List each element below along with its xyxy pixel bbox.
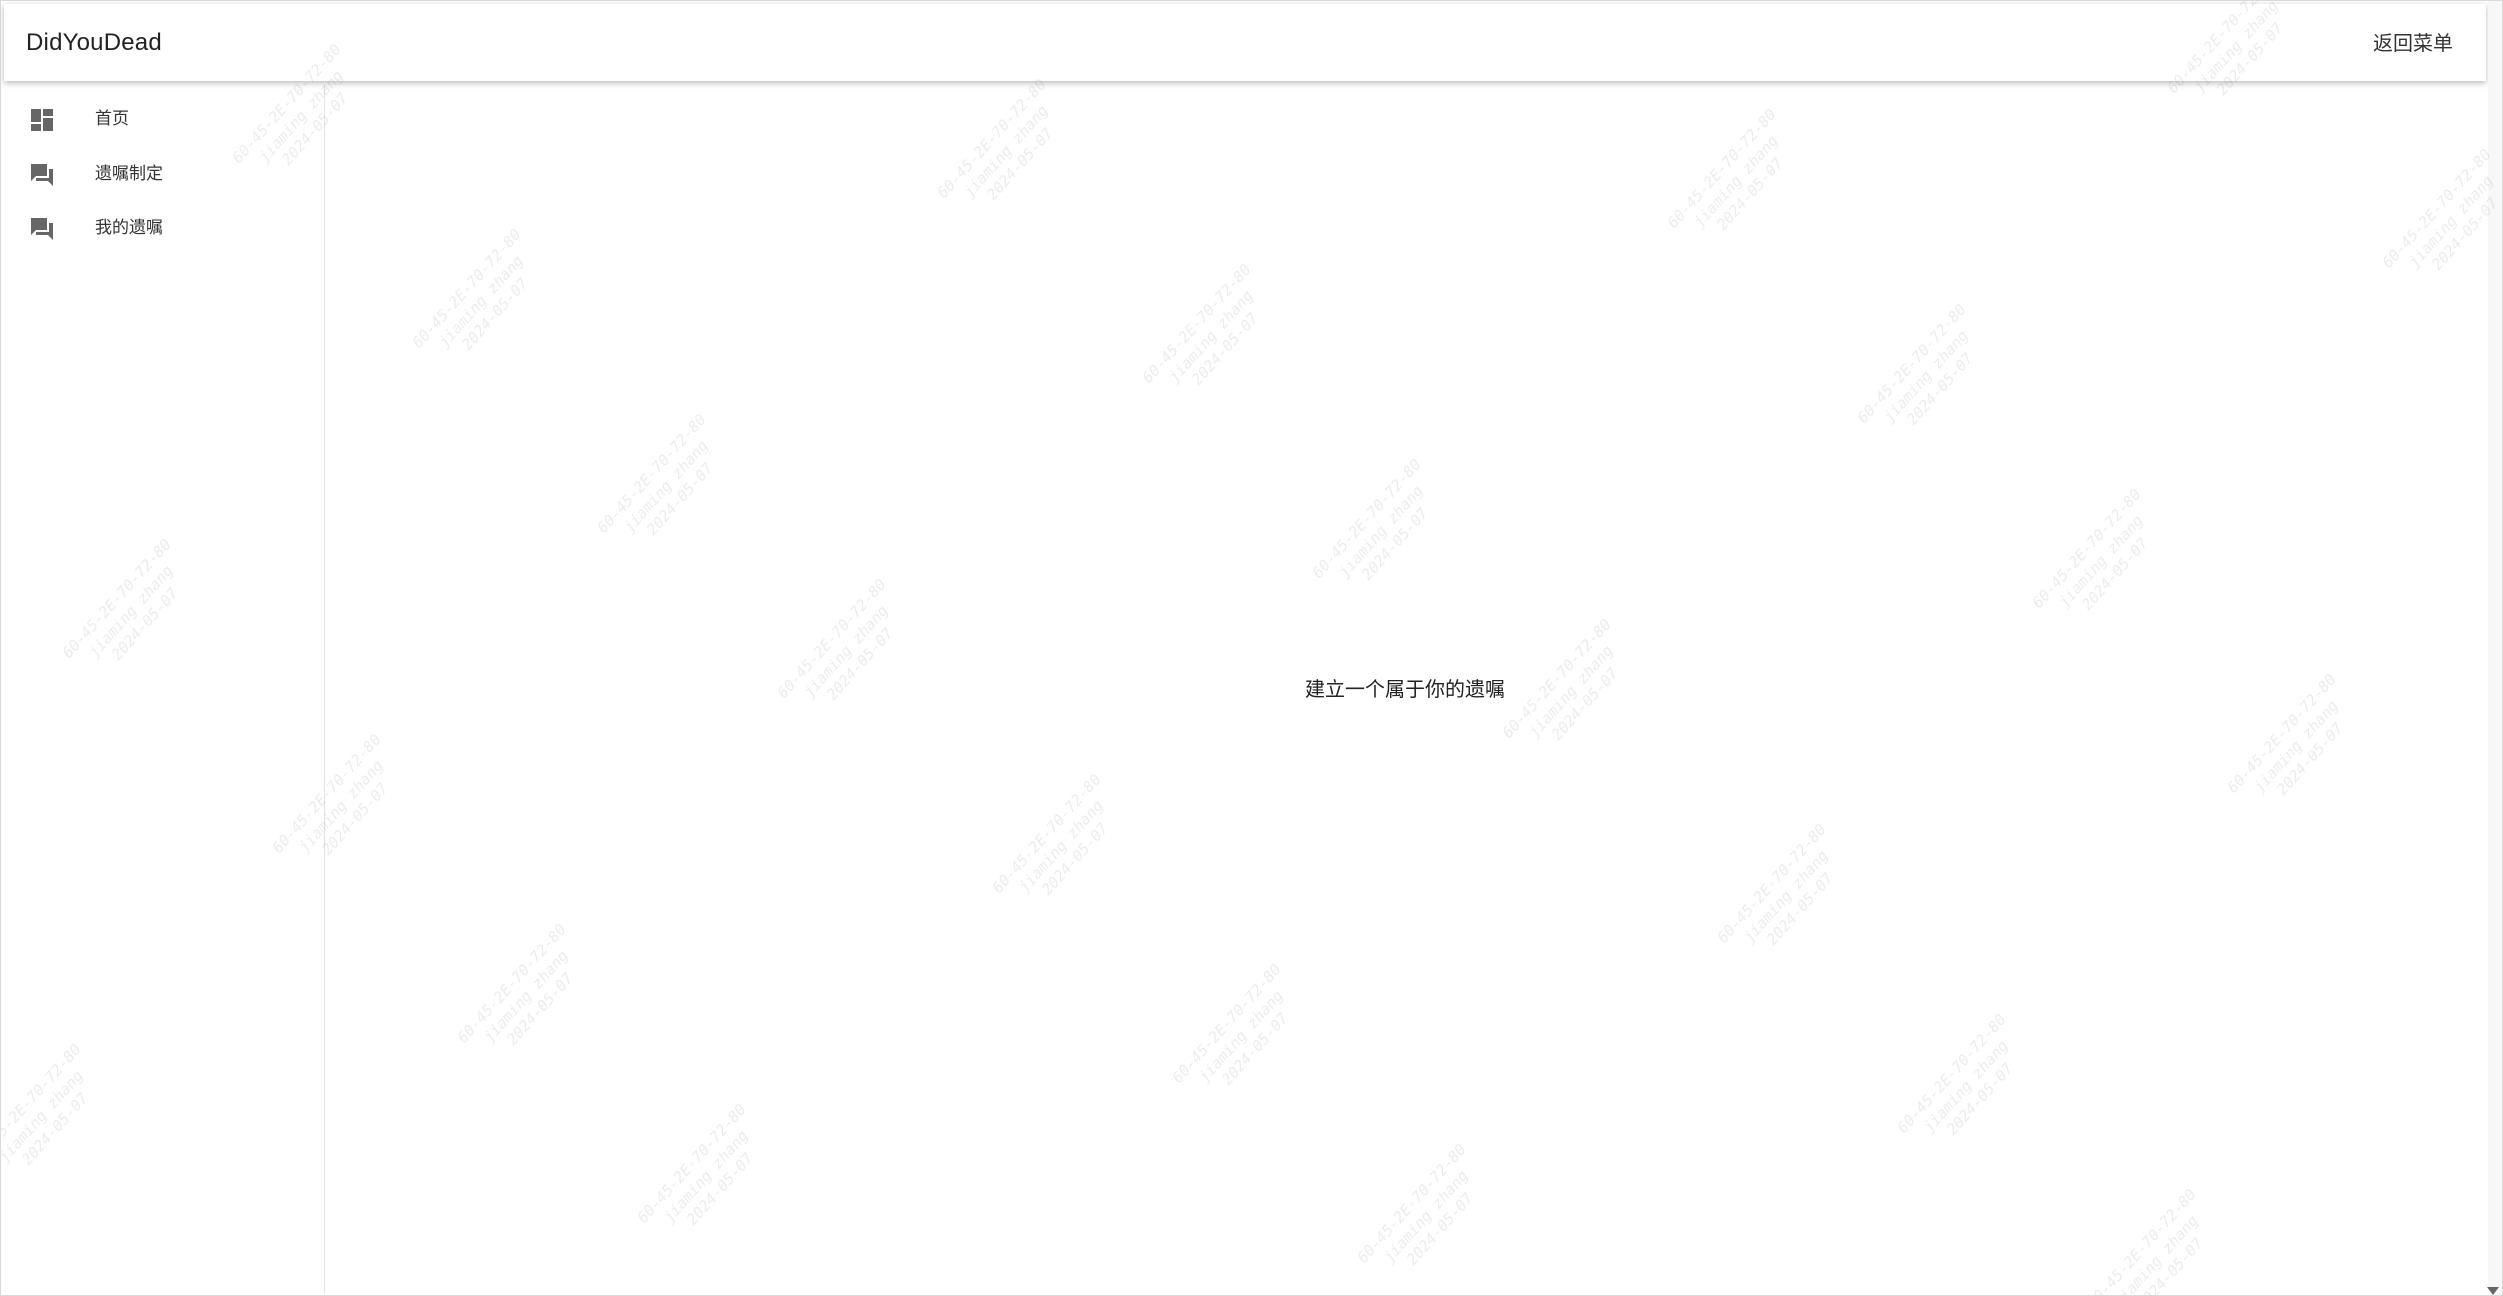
app-window: DidYouDead 返回菜单 首页 遗嘱制定 我的遗嘱 建立一个属于你的遗嘱 … bbox=[0, 0, 2503, 1296]
vertical-scrollbar[interactable] bbox=[2487, 1, 2502, 1295]
sidebar-item-home[interactable]: 首页 bbox=[4, 93, 324, 143]
forum-icon bbox=[28, 161, 56, 189]
sidebar-item-my-will[interactable]: 我的遗嘱 bbox=[4, 202, 324, 252]
top-app-bar: DidYouDead 返回菜单 bbox=[4, 4, 2486, 81]
back-to-menu-button[interactable]: 返回菜单 bbox=[2373, 30, 2453, 58]
sidebar-item-label: 遗嘱制定 bbox=[95, 164, 163, 183]
sidebar-item-will-creation[interactable]: 遗嘱制定 bbox=[4, 148, 324, 198]
dashboard-icon bbox=[28, 106, 56, 134]
sidebar-item-label: 我的遗嘱 bbox=[95, 218, 163, 237]
sidebar-item-label: 首页 bbox=[95, 109, 129, 128]
sidebar-navigation: 首页 遗嘱制定 我的遗嘱 bbox=[4, 85, 325, 1294]
scroll-down-icon[interactable] bbox=[2487, 1287, 2499, 1295]
empty-state-message: 建立一个属于你的遗嘱 bbox=[1305, 679, 1505, 701]
forum-icon bbox=[28, 215, 56, 243]
main-content: 建立一个属于你的遗嘱 bbox=[325, 85, 2501, 1294]
app-title: DidYouDead bbox=[26, 29, 162, 56]
